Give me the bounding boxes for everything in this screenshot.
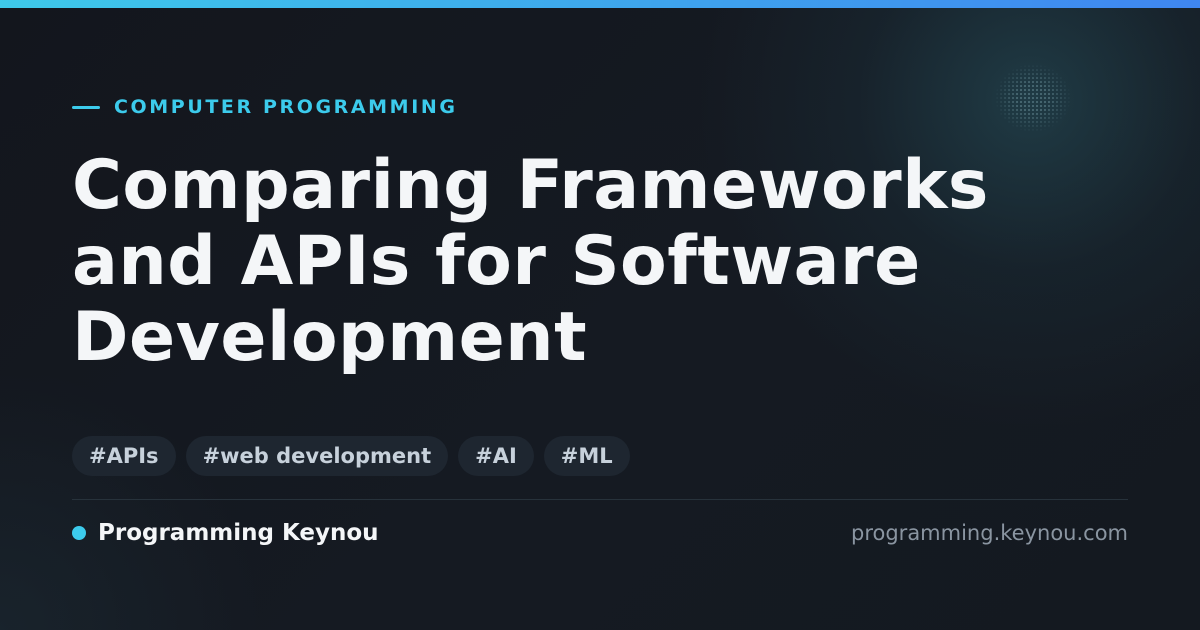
share-card: COMPUTER PROGRAMMING Comparing Framework…: [0, 0, 1200, 630]
tag-apis[interactable]: #APIs: [72, 436, 176, 476]
tag-web-development[interactable]: #web development: [185, 436, 449, 476]
category-label: COMPUTER PROGRAMMING: [114, 96, 458, 118]
tag-ml[interactable]: #ML: [543, 436, 630, 476]
tag-list: #APIs #web development #AI #ML: [72, 436, 640, 476]
title-line: Development: [72, 298, 588, 377]
brand: Programming Keynou: [72, 518, 379, 548]
category: COMPUTER PROGRAMMING: [72, 94, 458, 120]
page-title: Comparing Frameworks and APIs for Softwa…: [72, 148, 1072, 376]
footer-divider: [72, 499, 1128, 500]
brand-dot-icon: [72, 526, 86, 540]
title-line: and APIs for Software: [72, 222, 921, 301]
category-accent-line: [72, 105, 100, 109]
dot-pattern-decoration: [995, 64, 1071, 132]
title-line: Comparing Frameworks: [72, 146, 989, 225]
site-url[interactable]: programming.keynou.com: [851, 518, 1128, 548]
brand-name: Programming Keynou: [98, 520, 379, 546]
tag-ai[interactable]: #AI: [458, 436, 534, 476]
top-accent-bar: [0, 0, 1200, 8]
